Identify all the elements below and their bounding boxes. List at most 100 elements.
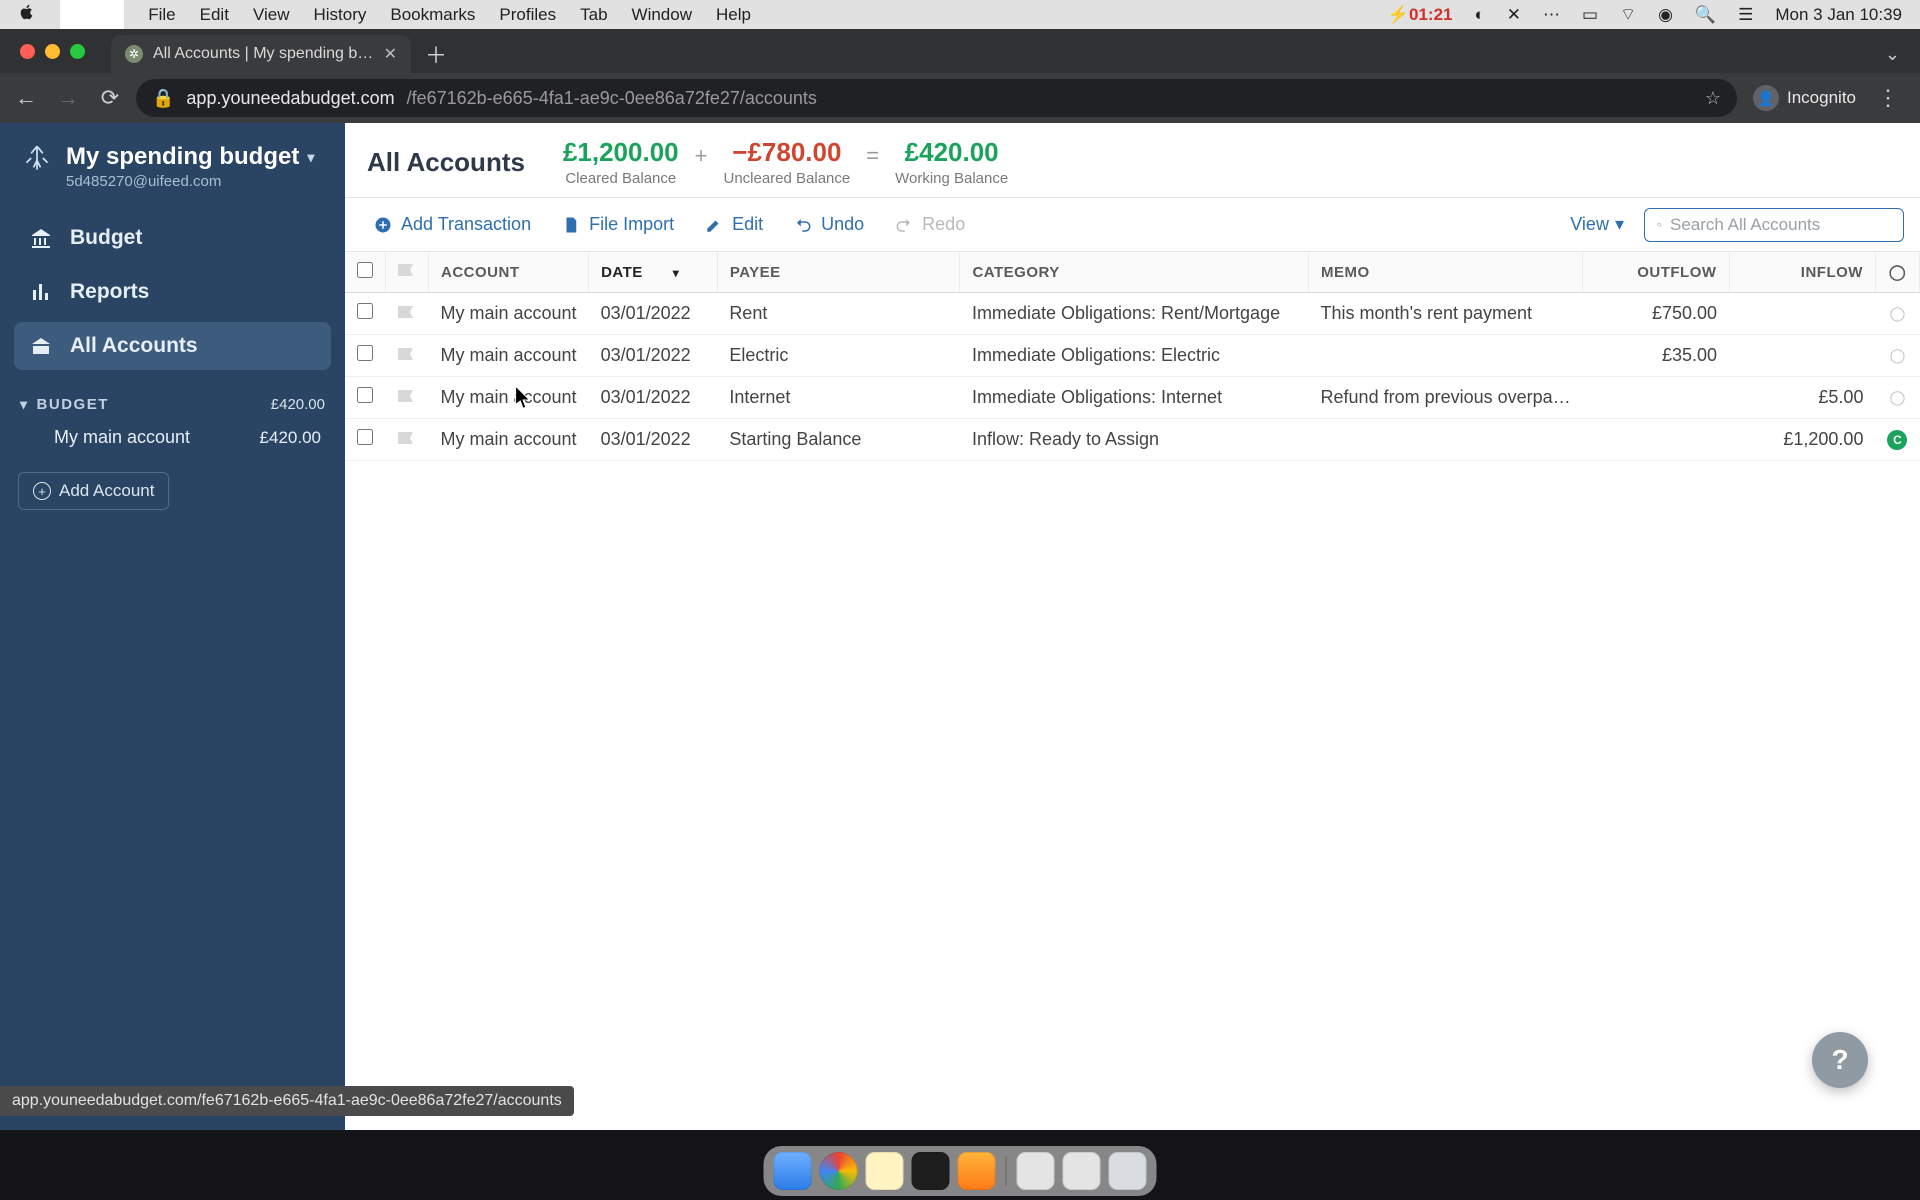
cell-cleared-toggle[interactable]: ◯ [1875,377,1919,419]
sidebar-account-item[interactable]: My main account £420.00 [20,413,325,448]
add-transaction-button[interactable]: Add Transaction [361,206,543,243]
column-header-cleared[interactable]: ◯ [1875,252,1919,293]
flag-column-header[interactable] [386,252,429,293]
address-bar[interactable]: 🔒 app.youneedabudget.com/fe67162b-e665-4… [136,79,1737,117]
menubar-item[interactable]: View [253,5,290,25]
cell-cleared-toggle[interactable]: ◯ [1875,335,1919,377]
plus-icon: + [695,143,708,169]
window-close-button[interactable] [20,44,35,59]
column-header-payee[interactable]: PAYEE [717,252,960,293]
cell-cleared-toggle[interactable]: C [1875,419,1919,461]
table-row[interactable]: My main account03/01/2022InternetImmedia… [345,377,1920,419]
sidebar-item-all-accounts[interactable]: All Accounts [14,322,331,370]
cell-payee: Internet [717,377,960,419]
column-header-account[interactable]: ACCOUNT [429,252,589,293]
sidebar-item-reports[interactable]: Reports [14,268,331,316]
working-balance: £420.00 Working Balance [895,137,1008,187]
menubar-status-icon[interactable]: ▭ [1582,5,1598,25]
view-menu-button[interactable]: View ▾ [1556,214,1638,235]
column-header-date[interactable]: DATE▾ [589,252,718,293]
row-flag-icon[interactable] [386,335,429,377]
search-input[interactable] [1670,215,1891,235]
undo-button[interactable]: Undo [781,206,876,243]
file-import-button[interactable]: File Import [549,206,686,243]
row-checkbox[interactable] [345,419,386,461]
tabstrip-overflow-icon[interactable]: ⌄ [1885,35,1910,73]
menubar-item[interactable]: File [148,5,175,25]
column-header-inflow[interactable]: INFLOW [1729,252,1875,293]
action-bar: Add Transaction File Import Edit Undo Re… [345,198,1920,252]
chrome-tabstrip: ✲ All Accounts | My spending bu… ✕ ＋ ⌄ [0,29,1920,73]
sidebar-section-budget[interactable]: ▾BUDGET £420.00 [20,396,325,413]
redo-button: Redo [882,206,977,243]
browser-tab[interactable]: ✲ All Accounts | My spending bu… ✕ [111,35,411,73]
bookmark-star-icon[interactable]: ☆ [1705,88,1721,109]
back-button[interactable]: ← [10,82,42,114]
menubar-item[interactable]: Help [716,5,751,25]
column-header-memo[interactable]: MEMO [1309,252,1583,293]
cell-date: 03/01/2022 [589,419,718,461]
menubar-item[interactable]: Bookmarks [390,5,475,25]
window-traffic-lights [10,29,93,73]
menubar-status-icon[interactable]: ⋯ [1543,5,1560,25]
menubar-status-icon[interactable]: ◐ [1475,5,1485,25]
cell-outflow: £750.00 [1583,293,1729,335]
cell-cleared-toggle[interactable]: ◯ [1875,293,1919,335]
row-flag-icon[interactable] [386,377,429,419]
tab-close-icon[interactable]: ✕ [384,44,397,64]
dock-app-icon[interactable] [1063,1152,1101,1190]
cell-category: Inflow: Ready to Assign [960,419,1309,461]
column-header-outflow[interactable]: OUTFLOW [1583,252,1729,293]
help-button[interactable]: ? [1812,1032,1868,1088]
wifi-icon[interactable]: ⌔ [1620,4,1636,25]
edit-button[interactable]: Edit [692,206,775,243]
control-center-icon[interactable]: ◉ [1658,5,1673,25]
table-row[interactable]: My main account03/01/2022ElectricImmedia… [345,335,1920,377]
menubar-item[interactable]: Profiles [499,5,556,25]
cell-payee: Rent [717,293,960,335]
row-flag-icon[interactable] [386,419,429,461]
window-fullscreen-button[interactable] [70,44,85,59]
dock-app-icon[interactable] [1017,1152,1055,1190]
ynab-app: My spending budget ▾ 5d485270@uifeed.com… [0,123,1920,1130]
uncleared-balance: −£780.00 Uncleared Balance [723,137,850,187]
row-checkbox[interactable] [345,293,386,335]
dock-app-icon[interactable] [912,1152,950,1190]
sidebar-item-budget[interactable]: Budget [14,214,331,262]
menubar-item[interactable]: Edit [200,5,229,25]
column-header-row: ACCOUNT DATE▾ PAYEE CATEGORY MEMO OUTFLO… [345,252,1920,293]
search-input-wrapper[interactable] [1644,208,1904,242]
row-checkbox[interactable] [345,377,386,419]
add-account-button[interactable]: + Add Account [18,472,169,510]
table-row[interactable]: My main account03/01/2022RentImmediate O… [345,293,1920,335]
menubar-status-icon[interactable]: ☰ [1738,5,1753,25]
dock-trash-icon[interactable] [1109,1152,1147,1190]
column-header-category[interactable]: CATEGORY [960,252,1309,293]
table-row[interactable]: My main account03/01/2022Starting Balanc… [345,419,1920,461]
window-minimize-button[interactable] [45,44,60,59]
reload-button[interactable]: ⟳ [94,82,126,114]
dock-app-icon[interactable] [820,1152,858,1190]
battery-indicator[interactable]: ⚡01:21 [1388,5,1453,25]
budget-name: My spending budget [66,143,299,171]
cell-category: Immediate Obligations: Internet [960,377,1309,419]
dock-app-icon[interactable] [866,1152,904,1190]
menubar-item[interactable]: History [313,5,366,25]
transaction-grid: ACCOUNT DATE▾ PAYEE CATEGORY MEMO OUTFLO… [345,252,1920,1130]
incognito-indicator[interactable]: 👤 Incognito [1753,85,1856,111]
dock-app-icon[interactable] [774,1152,812,1190]
apple-logo-icon[interactable] [18,3,36,27]
cell-memo [1309,419,1583,461]
menubar-item[interactable]: Tab [580,5,607,25]
spotlight-icon[interactable]: 🔍 [1695,5,1716,25]
row-flag-icon[interactable] [386,293,429,335]
chrome-menu-button[interactable]: ⋮ [1872,82,1904,114]
row-checkbox[interactable] [345,335,386,377]
new-tab-button[interactable]: ＋ [425,35,447,73]
select-all-checkbox[interactable] [345,252,386,293]
dock-app-icon[interactable] [958,1152,996,1190]
budget-switcher[interactable]: My spending budget ▾ 5d485270@uifeed.com [0,135,345,206]
menubar-status-icon[interactable]: ✕ [1507,5,1521,25]
menubar-clock[interactable]: Mon 3 Jan 10:39 [1775,5,1902,25]
menubar-item[interactable]: Window [632,5,692,25]
